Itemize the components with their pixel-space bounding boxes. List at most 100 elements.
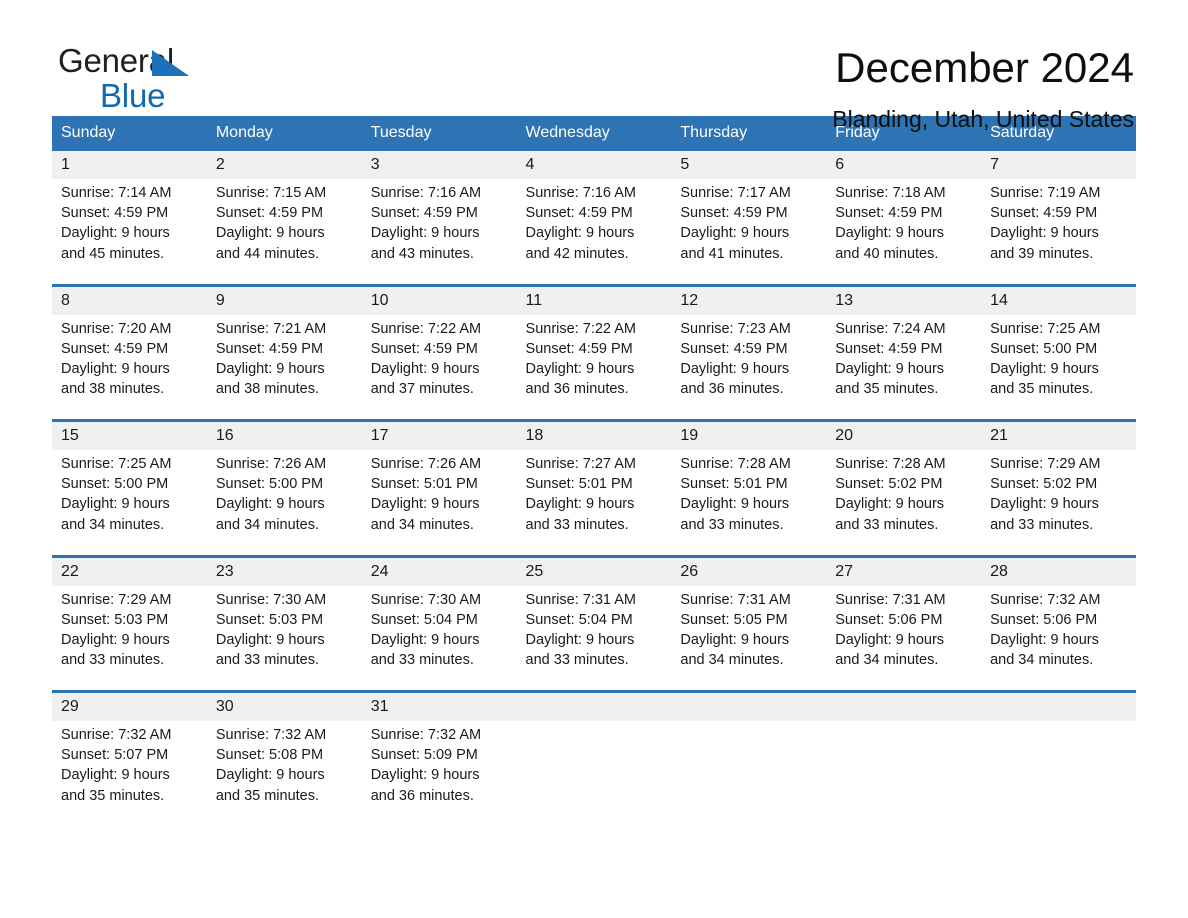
- daylight-text-1: Daylight: 9 hours: [215, 767, 325, 784]
- day-number[interactable]: 30: [206, 690, 362, 721]
- sunrise-text: Sunrise: 7:28 AM: [835, 456, 946, 472]
- day-cell: Sunrise: 7:30 AM Sunset: 5:03 PM Dayligh…: [206, 585, 362, 692]
- daylight-text-1: Daylight: 9 hours: [835, 225, 945, 242]
- sunset-text: Sunset: 4:59 PM: [680, 340, 788, 357]
- sunrise-text: Sunrise: 7:16 AM: [525, 185, 636, 201]
- sunset-text: Sunset: 5:01 PM: [680, 476, 788, 493]
- day-number[interactable]: 3: [361, 151, 517, 179]
- daylight-text-1: Daylight: 9 hours: [680, 225, 790, 242]
- page-title: December 2024: [835, 44, 1134, 91]
- day-number[interactable]: 22: [52, 554, 207, 586]
- day-cell-empty: [981, 721, 1136, 827]
- daylight-text-1: Daylight: 9 hours: [680, 360, 790, 377]
- day-number[interactable]: 29: [52, 690, 207, 721]
- day-number[interactable]: 10: [361, 283, 517, 315]
- sunrise-text: Sunrise: 7:32 AM: [990, 591, 1101, 608]
- sunset-text: Sunset: 4:59 PM: [835, 340, 943, 357]
- page-header: General Blue December 2024 Blanding, Uta…: [52, 0, 1136, 133]
- day-number[interactable]: 9: [206, 283, 362, 315]
- day-number[interactable]: 7: [981, 151, 1136, 179]
- weekday-header-tuesday: Tuesday: [361, 116, 517, 151]
- daylight-text-1: Daylight: 9 hours: [990, 496, 1099, 513]
- day-number-empty: [981, 690, 1136, 721]
- day-number[interactable]: 1: [52, 151, 207, 179]
- day-number[interactable]: 17: [361, 419, 517, 450]
- day-cell: Sunrise: 7:14 AM Sunset: 4:59 PM Dayligh…: [52, 179, 207, 285]
- day-number[interactable]: 24: [361, 554, 517, 586]
- week-info-row: Sunrise: 7:29 AM Sunset: 5:03 PM Dayligh…: [52, 585, 1136, 692]
- day-number[interactable]: 19: [671, 419, 827, 450]
- sunrise-text: Sunrise: 7:24 AM: [835, 320, 946, 337]
- daylight-text-1: Daylight: 9 hours: [370, 225, 480, 242]
- day-number[interactable]: 26: [671, 554, 827, 586]
- sunset-text: Sunset: 4:59 PM: [680, 205, 788, 222]
- day-cell: Sunrise: 7:26 AM Sunset: 5:00 PM Dayligh…: [206, 450, 362, 556]
- day-number[interactable]: 14: [981, 283, 1136, 315]
- day-number[interactable]: 15: [52, 419, 207, 450]
- week-daynum-row: 22 23 24 25 26 27 28: [52, 554, 1136, 586]
- sunrise-text: Sunrise: 7:29 AM: [61, 591, 172, 608]
- sunset-text: Sunset: 5:03 PM: [215, 611, 324, 628]
- daylight-text-2: and 40 minutes.: [835, 245, 939, 262]
- daylight-text-2: and 39 minutes.: [990, 245, 1094, 262]
- week-info-row: Sunrise: 7:14 AM Sunset: 4:59 PM Dayligh…: [52, 179, 1136, 285]
- daylight-text-2: and 36 minutes.: [525, 381, 629, 398]
- day-cell: Sunrise: 7:28 AM Sunset: 5:01 PM Dayligh…: [671, 450, 827, 556]
- week-daynum-row: 1 2 3 4 5 6 7: [52, 151, 1136, 179]
- day-number[interactable]: 2: [206, 151, 362, 179]
- sunset-text: Sunset: 5:04 PM: [370, 611, 478, 628]
- sunrise-text: Sunrise: 7:21 AM: [215, 320, 327, 337]
- logo-text-blue: Blue: [100, 77, 166, 114]
- day-cell: Sunrise: 7:31 AM Sunset: 5:05 PM Dayligh…: [671, 585, 827, 692]
- day-number[interactable]: 21: [981, 419, 1136, 450]
- day-number[interactable]: 31: [361, 690, 517, 721]
- sunrise-text: Sunrise: 7:22 AM: [525, 320, 636, 337]
- day-number[interactable]: 27: [826, 554, 982, 586]
- sunrise-text: Sunrise: 7:31 AM: [680, 591, 791, 608]
- day-number[interactable]: 16: [206, 419, 362, 450]
- sunset-text: Sunset: 5:07 PM: [61, 747, 169, 764]
- day-number[interactable]: 12: [671, 283, 827, 315]
- sunset-text: Sunset: 5:01 PM: [370, 476, 478, 493]
- daylight-text-2: and 33 minutes.: [680, 516, 784, 533]
- daylight-text-2: and 34 minutes.: [990, 652, 1094, 669]
- day-cell: Sunrise: 7:31 AM Sunset: 5:04 PM Dayligh…: [516, 585, 672, 692]
- daylight-text-1: Daylight: 9 hours: [835, 496, 945, 513]
- sunrise-text: Sunrise: 7:23 AM: [680, 320, 791, 337]
- day-number[interactable]: 4: [516, 151, 672, 179]
- day-cell: Sunrise: 7:26 AM Sunset: 5:01 PM Dayligh…: [361, 450, 517, 556]
- sunrise-text: Sunrise: 7:32 AM: [215, 727, 327, 743]
- daylight-text-2: and 33 minutes.: [370, 652, 474, 669]
- sunrise-text: Sunrise: 7:28 AM: [680, 456, 791, 472]
- daylight-text-2: and 34 minutes.: [370, 516, 474, 533]
- day-number[interactable]: 6: [826, 151, 982, 179]
- day-number[interactable]: 23: [206, 554, 362, 586]
- day-number[interactable]: 13: [826, 283, 982, 315]
- daylight-text-1: Daylight: 9 hours: [370, 496, 480, 513]
- daylight-text-1: Daylight: 9 hours: [525, 496, 635, 513]
- daylight-text-2: and 35 minutes.: [835, 381, 939, 398]
- day-number[interactable]: 18: [516, 419, 672, 450]
- daylight-text-2: and 36 minutes.: [680, 381, 784, 398]
- day-number[interactable]: 25: [516, 554, 672, 586]
- sunset-text: Sunset: 5:03 PM: [61, 611, 169, 628]
- day-number[interactable]: 5: [671, 151, 827, 179]
- general-blue-logo[interactable]: General Blue: [52, 44, 252, 116]
- title-block: December 2024 Blanding, Utah, United Sta…: [832, 44, 1136, 134]
- day-number[interactable]: 8: [52, 283, 207, 315]
- logo-triangle-icon: [152, 50, 189, 76]
- day-number[interactable]: 28: [981, 554, 1136, 586]
- day-number[interactable]: 11: [516, 283, 672, 315]
- day-cell: Sunrise: 7:29 AM Sunset: 5:03 PM Dayligh…: [52, 585, 207, 692]
- sunrise-text: Sunrise: 7:22 AM: [370, 320, 482, 337]
- sunrise-text: Sunrise: 7:17 AM: [680, 185, 791, 201]
- sunrise-text: Sunrise: 7:26 AM: [370, 456, 482, 472]
- weekday-header-thursday: Thursday: [671, 116, 827, 151]
- day-cell-empty: [671, 721, 827, 827]
- sunrise-text: Sunrise: 7:32 AM: [370, 727, 482, 743]
- day-number[interactable]: 20: [826, 419, 982, 450]
- sunset-text: Sunset: 5:00 PM: [990, 340, 1098, 357]
- day-cell: Sunrise: 7:16 AM Sunset: 4:59 PM Dayligh…: [516, 179, 672, 285]
- day-number-empty: [826, 690, 982, 721]
- week-info-row: Sunrise: 7:25 AM Sunset: 5:00 PM Dayligh…: [52, 450, 1136, 556]
